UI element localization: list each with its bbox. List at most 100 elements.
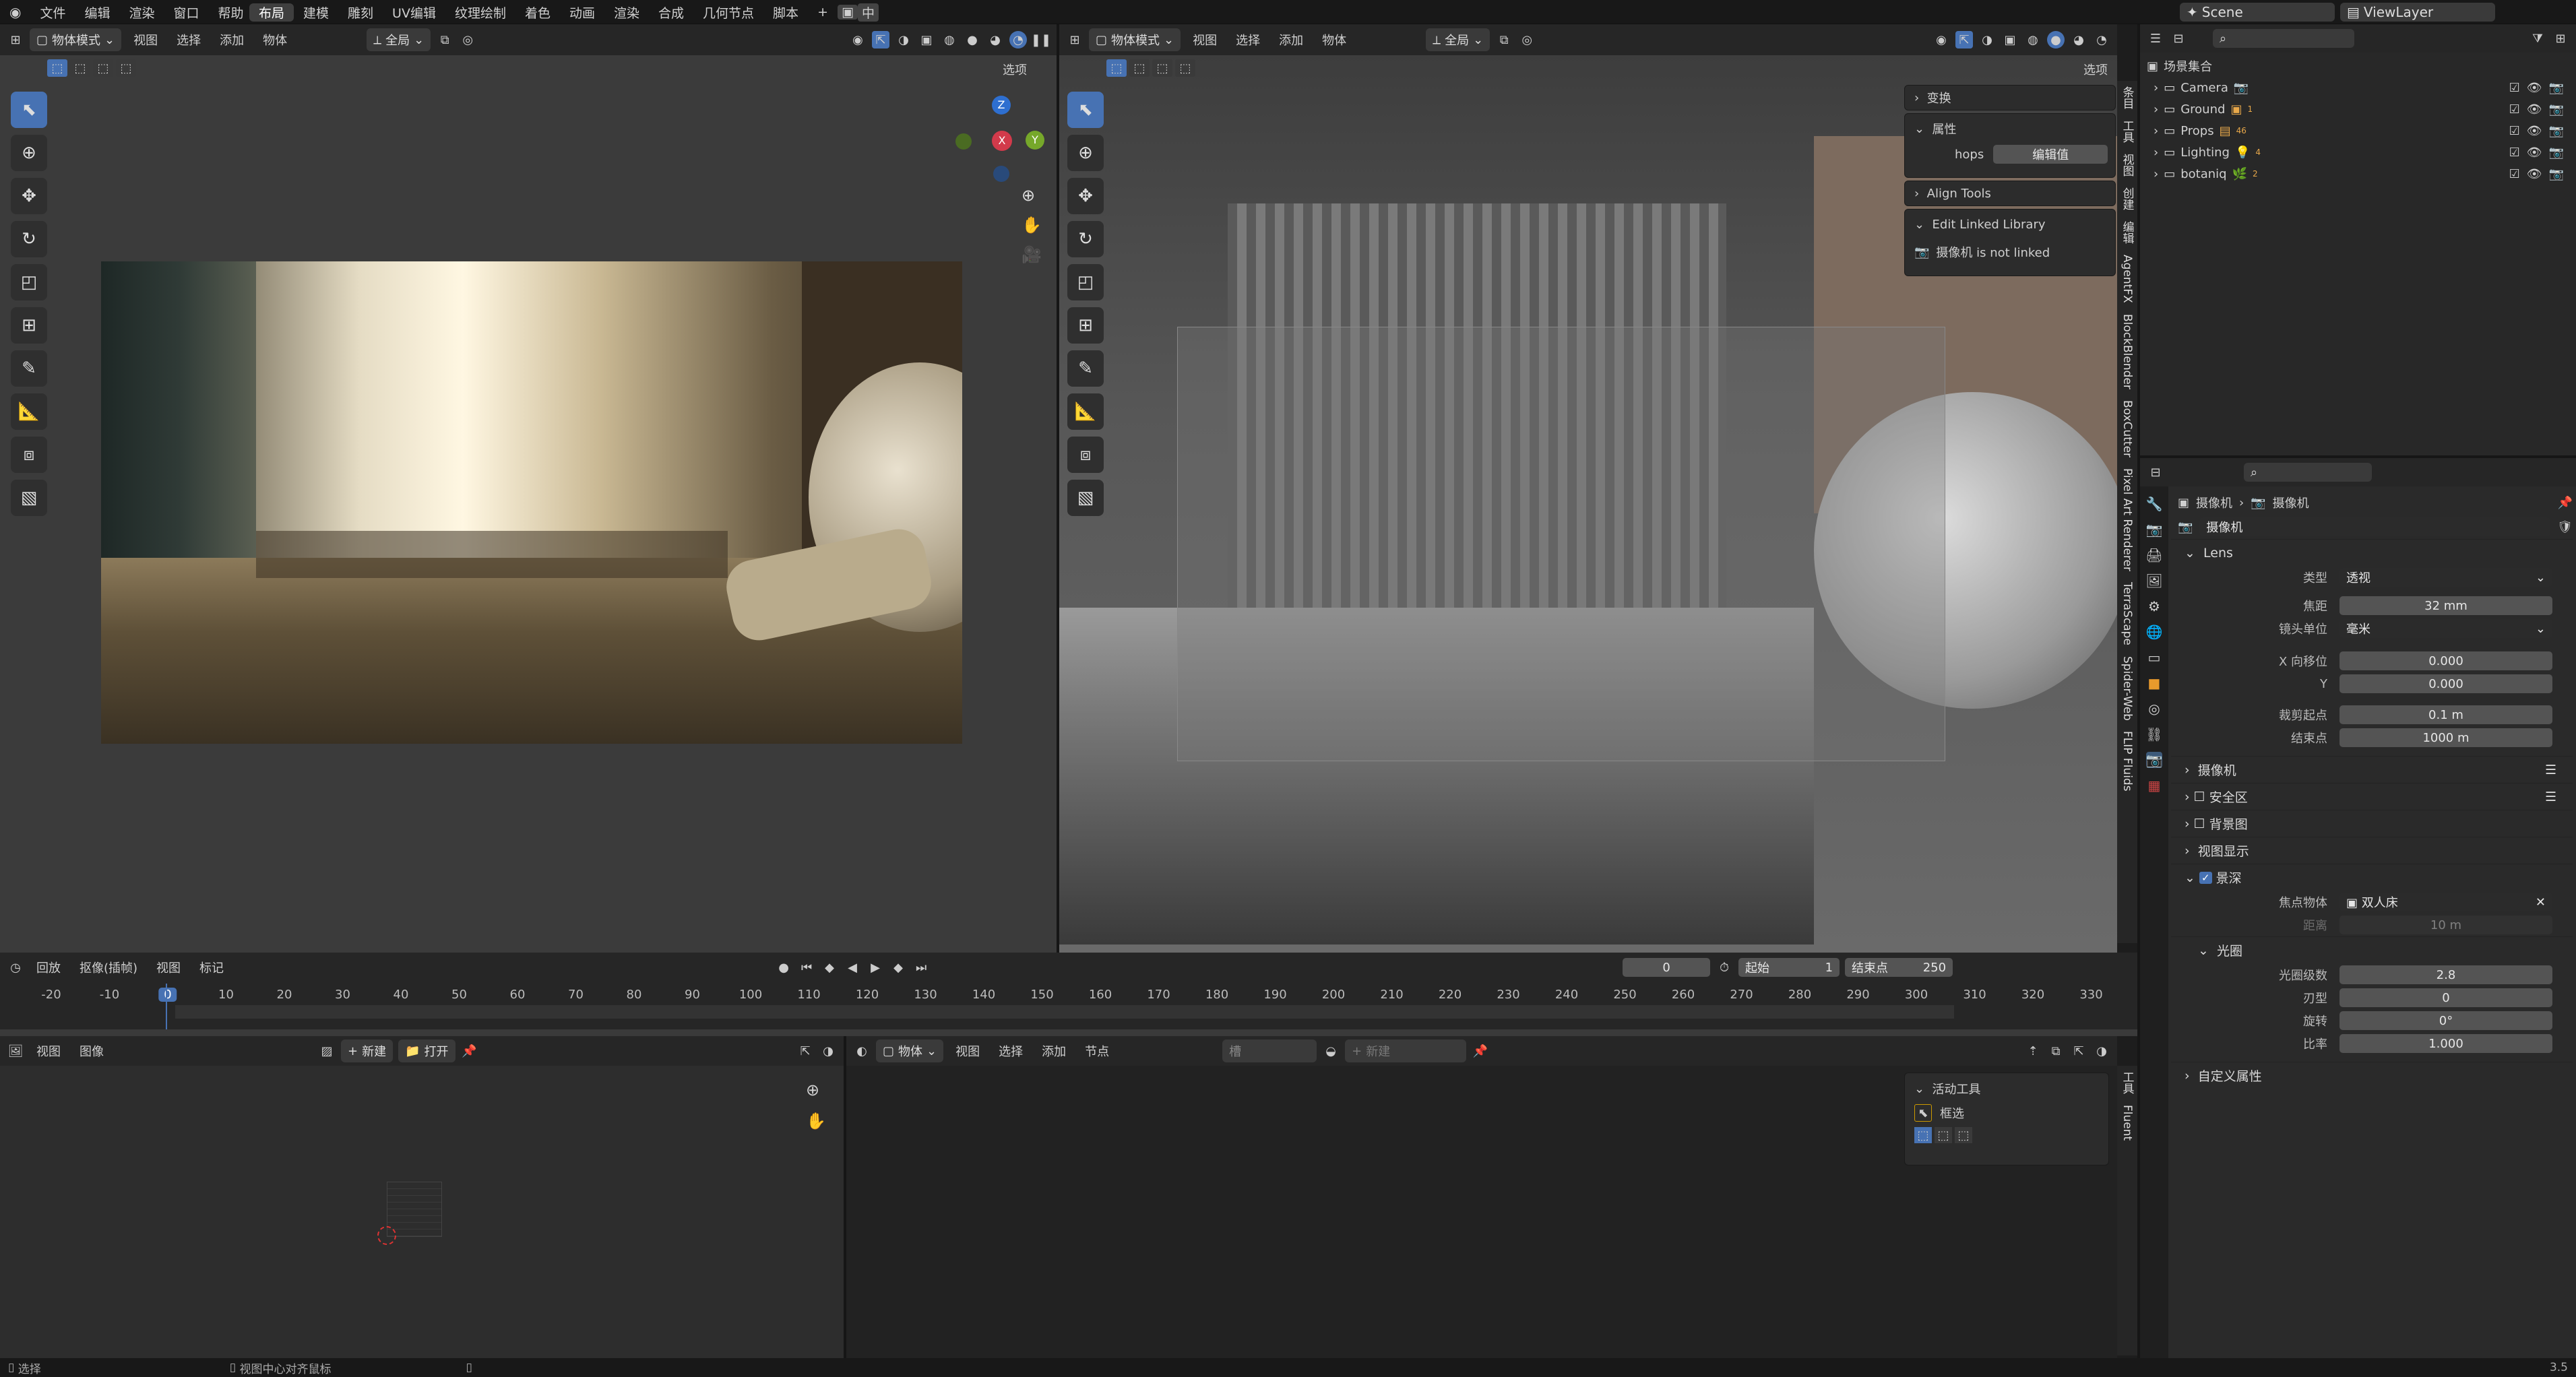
tab-layout[interactable]: 布局 [249, 3, 294, 22]
tab-geometry-nodes[interactable]: 几何节点 [693, 3, 763, 22]
prev-key-icon[interactable]: ◆ [821, 959, 838, 976]
image-editor[interactable]: 🖼 视图 图像 ▨ + 新建 📁 打开 📌 ⇱ ◑ ⊕ ✋ [0, 1036, 844, 1358]
zoom-icon[interactable]: ⊕ [1022, 186, 1042, 205]
menu-view[interactable]: 视图 [1186, 31, 1224, 49]
tab-texture-paint[interactable]: 纹理绘制 [445, 3, 515, 22]
select-extend-icon[interactable]: ⬚ [1935, 1127, 1952, 1143]
new-material-button[interactable]: + 新建 [1345, 1039, 1467, 1062]
camera-icon[interactable]: 📷 [2549, 146, 2564, 160]
viewport-display-section-header[interactable]: › 视图显示 [2171, 837, 2573, 864]
viewlayer-selector[interactable]: ▤ ViewLayer [2340, 3, 2495, 22]
scale-tool[interactable]: ◰ [11, 264, 47, 300]
camera-data-icon[interactable]: 📷 [2178, 520, 2193, 534]
zoom-icon[interactable]: ⊕ [806, 1081, 826, 1099]
solid-shading-icon[interactable]: ● [964, 31, 981, 49]
gizmo-icon[interactable]: ⇱ [872, 31, 889, 49]
output-tab-icon[interactable]: 🖨 [2145, 547, 2162, 563]
annotate-tool[interactable]: ✎ [1067, 350, 1104, 387]
mode-dropdown[interactable]: ▢ 物体模式 ⌄ [1089, 28, 1181, 51]
menu-select[interactable]: 选择 [1229, 31, 1267, 49]
tab-boxcutter[interactable]: BoxCutter [2119, 395, 2135, 463]
visibility-icon[interactable]: ◉ [1933, 31, 1950, 49]
tab-agentfx[interactable]: AgentFX [2119, 249, 2135, 309]
menu-view[interactable]: 视图 [150, 959, 187, 976]
play-reverse-icon[interactable]: ◀ [844, 959, 861, 976]
clock-icon[interactable]: ◷ [7, 959, 24, 976]
rotation-field[interactable]: 0° [2339, 1011, 2552, 1030]
list-icon[interactable]: ☰ [2545, 763, 2573, 777]
eye-icon[interactable]: 👁 [2527, 124, 2542, 138]
select-new-icon[interactable]: ⬚ [1106, 59, 1127, 77]
properties-type-icon[interactable]: ⊟ [2147, 463, 2164, 481]
eye-icon[interactable]: 👁 [2527, 146, 2542, 160]
menu-render[interactable]: 渲染 [119, 3, 164, 22]
cursor-tool[interactable]: ⊕ [1067, 135, 1104, 171]
jump-end-icon[interactable]: ⏭ [912, 959, 930, 976]
overlay-icon[interactable]: ◑ [895, 31, 912, 49]
tab-sculpt[interactable]: 雕刻 [338, 3, 383, 22]
stopwatch-icon[interactable]: ⏱ [1716, 959, 1733, 976]
clip-start-field[interactable]: 0.1 m [2339, 705, 2552, 724]
ime-label[interactable]: 中 [857, 3, 879, 22]
fstop-field[interactable]: 2.8 [2339, 965, 2552, 984]
tab-blockblender[interactable]: BlockBlender [2119, 309, 2135, 395]
extra-tool[interactable]: ▧ [1067, 480, 1104, 516]
view-layer-tab-icon[interactable]: 🖼 [2145, 573, 2162, 589]
select-new-icon[interactable]: ⬚ [47, 59, 67, 77]
tab-flip-fluids[interactable]: FLIP Fluids [2119, 726, 2135, 797]
select-invert-icon[interactable]: ⬚ [116, 59, 136, 77]
pin-icon[interactable]: 📌 [2558, 496, 2573, 510]
select-extend-icon[interactable]: ⬚ [70, 59, 90, 77]
menu-image[interactable]: 图像 [73, 1042, 111, 1060]
scene-selector[interactable]: ✦ Scene [2180, 3, 2335, 22]
solid-shading-icon[interactable]: ● [2047, 31, 2065, 49]
checkbox-checked[interactable]: ☑ [2509, 124, 2520, 138]
measure-tool[interactable]: 📐 [1067, 393, 1104, 430]
filter-icon[interactable]: ⧩ [2529, 30, 2546, 47]
gizmo-x-axis[interactable]: X [992, 131, 1012, 151]
outliner-row[interactable]: › ▭ Lighting 💡 4 ☑ 👁 📷 [2147, 141, 2569, 163]
material-shading-icon[interactable]: ◕ [986, 31, 1004, 49]
chevron-right-icon[interactable]: › [2154, 102, 2158, 117]
add-cube-tool[interactable]: ⧈ [11, 437, 47, 473]
menu-add[interactable]: 添加 [1035, 1042, 1073, 1060]
menu-keying[interactable]: 抠像(插帧) [73, 959, 144, 976]
new-image-button[interactable]: + 新建 [341, 1039, 394, 1062]
hops-edit-button[interactable]: 编辑值 [1993, 145, 2108, 164]
options-dropdown[interactable]: 选项 [2083, 61, 2108, 78]
menu-file[interactable]: 文件 [30, 3, 75, 22]
checkbox-checked[interactable]: ☑ [2509, 146, 2520, 160]
display-mode-icon[interactable]: ⊟ [2170, 30, 2187, 47]
image-editor-type-icon[interactable]: 🖼 [7, 1042, 24, 1060]
wire-shading-icon[interactable]: ◍ [941, 31, 958, 49]
snap-icon[interactable]: ⧉ [436, 31, 453, 49]
cursor-tool[interactable]: ⊕ [11, 135, 47, 171]
lens-unit-dropdown[interactable]: 毫米 ⌄ [2339, 619, 2552, 638]
checkbox[interactable]: ☐ [2194, 816, 2209, 831]
parent-icon[interactable]: ⇡ [2024, 1042, 2042, 1060]
playhead[interactable] [166, 984, 167, 1035]
menu-view[interactable]: 视图 [949, 1042, 986, 1060]
tab-rendering[interactable]: 渲染 [604, 3, 649, 22]
xray-icon[interactable]: ▣ [2001, 31, 2019, 49]
menu-select[interactable]: 选择 [992, 1042, 1030, 1060]
tab-item[interactable]: 条目 [2118, 81, 2137, 115]
ime-icon[interactable]: ▣ [837, 5, 858, 20]
menu-playback[interactable]: 回放 [30, 959, 67, 976]
xray-icon[interactable]: ▣ [918, 31, 935, 49]
properties-search[interactable]: ⌕ [2244, 463, 2372, 482]
eye-icon[interactable]: 👁 [2527, 81, 2542, 95]
background-images-section-header[interactable]: › ☐ 背景图 [2171, 810, 2573, 837]
material-shading-icon[interactable]: ◕ [2070, 31, 2087, 49]
gizmo-y-axis[interactable]: Y [1026, 131, 1044, 150]
outliner-item-name[interactable]: Camera [2180, 81, 2228, 95]
ratio-field[interactable]: 1.000 [2339, 1034, 2552, 1053]
tab-animation[interactable]: 动画 [560, 3, 604, 22]
select-invert-icon[interactable]: ⬚ [1175, 59, 1195, 77]
outliner-item-name[interactable]: botaniq [2180, 167, 2226, 181]
menu-object[interactable]: 物体 [1315, 31, 1353, 49]
camera-icon[interactable]: 📷 [2549, 124, 2564, 138]
frame-ruler[interactable]: -20 -10 0 10 20 30 40 50 60 70 80 90 100 110 120 130 140… [0, 985, 2137, 1005]
visibility-icon[interactable]: ◉ [849, 31, 867, 49]
camera-icon[interactable]: 📷 [2549, 167, 2564, 181]
